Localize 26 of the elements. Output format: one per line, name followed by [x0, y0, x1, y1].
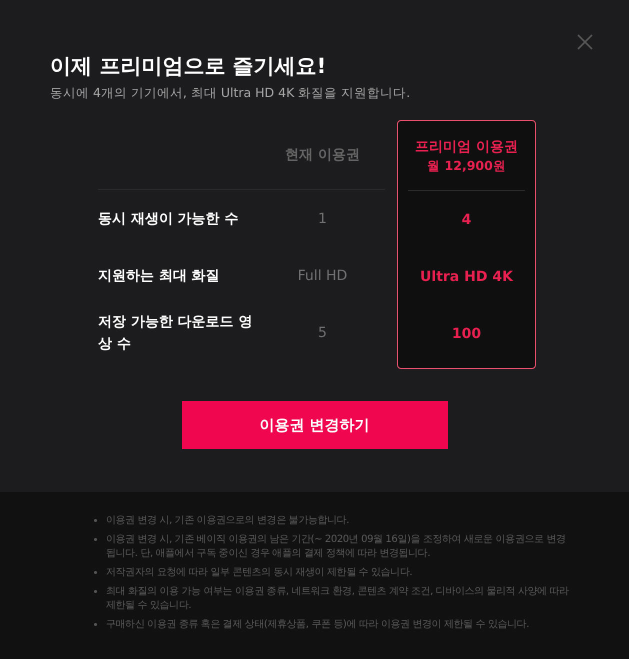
bullet-icon — [94, 519, 97, 522]
notice-text: 이용권 변경 시, 기존 이용권으로의 변경은 불가능합니다. — [106, 514, 350, 528]
bullet-icon — [94, 571, 97, 574]
plan-value: 1 — [317, 210, 328, 226]
plan-value: 4 — [460, 212, 472, 228]
bullet-icon — [94, 623, 97, 626]
notice-text: 저작권자의 요청에 따라 일부 콘텐츠의 동시 재생이 제한될 수 있습니다. — [106, 566, 412, 580]
dialog-subtitle: 동시에 4개의 기기에서, 최대 Ultra HD 4K 화질을 지원합니다. — [50, 84, 412, 102]
feature-label: 저장 가능한 다운로드 영상 수 — [98, 312, 254, 354]
notice-text: 구매하신 이용권 종류 혹은 결제 상태(제휴상품, 쿠폰 등)에 따라 이용권 변경이 제한될 수 있습니다. — [106, 618, 530, 632]
plan-name: 현재 이용권 — [285, 146, 360, 164]
close-icon[interactable] — [575, 32, 595, 52]
plan-price: 월 12,900원 — [427, 156, 506, 174]
bullet-icon — [94, 538, 97, 541]
plan-value: Full HD — [296, 268, 348, 284]
change-plan-button[interactable]: 이용권 변경하기 — [182, 401, 448, 449]
notice-text: 이용권 변경 시, 기존 베이직 이용권의 남은 기간(~ 2020년 09월 16일)을 조정하여 새로운 이용권으로 변경됩니다. 단, 애플에서 구독 중이신 경우 애플의 결제 정책에 따라 변경됩니다. — [106, 533, 567, 561]
notice-text: 최대 화질의 이용 가능 여부는 이용권 종류, 네트워크 환경, 콘텐츠 계약 조건, 디바이스의 물리적 사양에 따라 제한될 수 있습니다. — [106, 585, 569, 613]
feature-label: 지원하는 최대 화질 — [98, 266, 221, 286]
plan-value: Ultra HD 4K — [419, 268, 514, 284]
plan-value: 5 — [317, 324, 328, 340]
plan-value: 100 — [450, 326, 482, 342]
plan-name: 프리미엄 이용권 — [415, 138, 518, 156]
bullet-icon — [94, 590, 97, 593]
feature-label: 동시 재생이 가능한 수 — [98, 210, 240, 228]
dialog-title: 이제 프리미엄으로 즐기세요! — [50, 53, 328, 80]
